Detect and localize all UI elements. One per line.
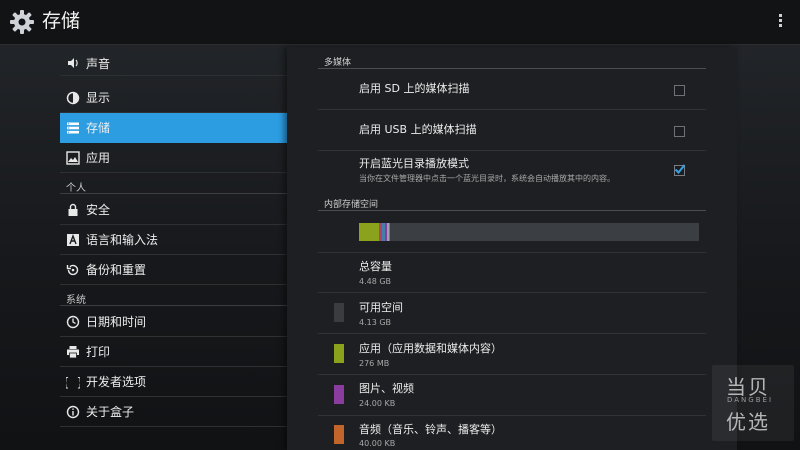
nav-item-print[interactable]: 打印 — [60, 337, 287, 367]
pref-title: 启用 USB 上的媒体扫描 — [359, 123, 477, 136]
nav-item-developer[interactable]: { } 开发者选项 — [60, 367, 287, 397]
item-label: 应用（应用数据和媒体内容） — [359, 342, 502, 355]
row-divider — [318, 333, 706, 334]
nav-label-datetime: 日期和时间 — [86, 315, 147, 329]
nav-label-display: 显示 — [86, 91, 111, 105]
nav-label-print: 打印 — [86, 345, 111, 359]
storage-detail-panel: 多媒体 启用 SD 上的媒体扫描 启用 USB 上的媒体扫描 开启蓝光目录播放模… — [287, 47, 737, 450]
page-title: 存储 — [42, 10, 81, 32]
nav-label-about: 关于盒子 — [86, 405, 135, 419]
color-swatch — [334, 344, 344, 363]
color-swatch — [334, 425, 344, 444]
svg-text:{ }: { } — [66, 376, 80, 390]
nav-label-sound: 声音 — [86, 57, 111, 71]
item-value: 24.00 KB — [359, 399, 396, 408]
color-swatch — [334, 303, 344, 322]
nav-item-security[interactable]: 安全 — [60, 195, 287, 225]
sd-scan-checkbox[interactable] — [674, 85, 685, 96]
nav-item-language[interactable]: 语言和输入法 — [60, 225, 287, 255]
nav-header-personal: 个人 — [66, 183, 86, 194]
nav-header-system: 系统 — [66, 295, 86, 306]
dangbei-watermark: 当贝 DANGBEI 优选 — [712, 365, 794, 441]
lock-icon — [68, 203, 78, 216]
nav-item-datetime[interactable]: 日期和时间 — [60, 307, 287, 337]
item-value: 276 MB — [359, 359, 390, 368]
storage-bar-segment-apps — [359, 223, 380, 241]
checkmark-icon — [674, 164, 686, 174]
overflow-menu-icon[interactable] — [777, 14, 783, 30]
nav-label-backup: 备份和重置 — [86, 263, 147, 277]
settings-screen: 存储 声音 显示 存储 应用 个人 安全 语言和输入法 备份和重置 系统 日期和… — [0, 0, 800, 450]
bluray-mode-checkbox[interactable] — [674, 164, 686, 176]
settings-nav: 声音 显示 存储 应用 个人 安全 语言和输入法 备份和重置 系统 日期和时间 … — [60, 54, 287, 450]
row-divider — [318, 252, 706, 253]
nav-item-display[interactable]: 显示 — [60, 83, 287, 113]
display-icon — [66, 91, 80, 105]
pref-title: 启用 SD 上的媒体扫描 — [359, 82, 470, 95]
usb-scan-checkbox[interactable] — [674, 126, 685, 137]
nav-item-sound[interactable]: 声音 — [60, 54, 287, 76]
row-divider — [318, 109, 706, 110]
item-label: 图片、视频 — [359, 382, 414, 395]
item-value: 4.13 GB — [359, 318, 392, 327]
row-divider — [318, 292, 706, 293]
info-icon — [66, 405, 80, 419]
item-value: 40.00 KB — [359, 439, 396, 448]
row-divider — [318, 374, 706, 375]
pref-title: 开启蓝光目录播放模式 — [359, 157, 469, 170]
section-title-internal-storage: 内部存储空间 — [324, 200, 379, 210]
nav-divider — [60, 193, 287, 194]
nav-item-about[interactable]: 关于盒子 — [60, 397, 287, 427]
nav-item-storage[interactable]: 存储 — [60, 113, 287, 143]
section-divider — [318, 210, 706, 211]
color-swatch — [334, 385, 344, 404]
section-title-multimedia: 多媒体 — [324, 58, 352, 68]
braces-icon: { } — [66, 376, 80, 390]
gear-icon[interactable] — [9, 9, 35, 35]
section-divider — [318, 68, 706, 69]
row-divider — [318, 415, 706, 416]
storage-usage-bar — [359, 223, 699, 241]
clock-icon — [66, 315, 80, 329]
nav-divider — [60, 305, 287, 306]
watermark-text: DANGBEI — [727, 396, 774, 404]
printer-icon — [67, 346, 79, 359]
nav-item-apps[interactable]: 应用 — [60, 143, 287, 173]
item-label: 音频（音乐、铃声、播客等） — [359, 423, 502, 436]
storage-icon — [67, 122, 79, 134]
watermark-text: 优选 — [726, 410, 770, 434]
backup-icon — [66, 264, 79, 276]
language-icon — [67, 234, 79, 246]
nav-label-developer: 开发者选项 — [86, 375, 147, 389]
sound-icon — [68, 58, 78, 68]
item-value: 4.48 GB — [359, 277, 392, 286]
nav-label-security: 安全 — [86, 203, 111, 217]
row-divider — [318, 150, 706, 151]
nav-label-storage: 存储 — [86, 121, 111, 135]
action-bar: 存储 — [0, 0, 800, 45]
storage-bar-segment-available — [390, 223, 699, 241]
nav-label-apps: 应用 — [86, 151, 111, 165]
pref-summary: 当你在文件管理器中点击一个蓝光目录时，系统会自动播放其中的内容。 — [359, 174, 615, 183]
nav-label-language: 语言和输入法 — [86, 233, 159, 247]
nav-item-backup[interactable]: 备份和重置 — [60, 255, 287, 285]
item-label: 总容量 — [359, 260, 392, 273]
apps-icon — [66, 151, 80, 165]
item-label: 可用空间 — [359, 301, 403, 314]
